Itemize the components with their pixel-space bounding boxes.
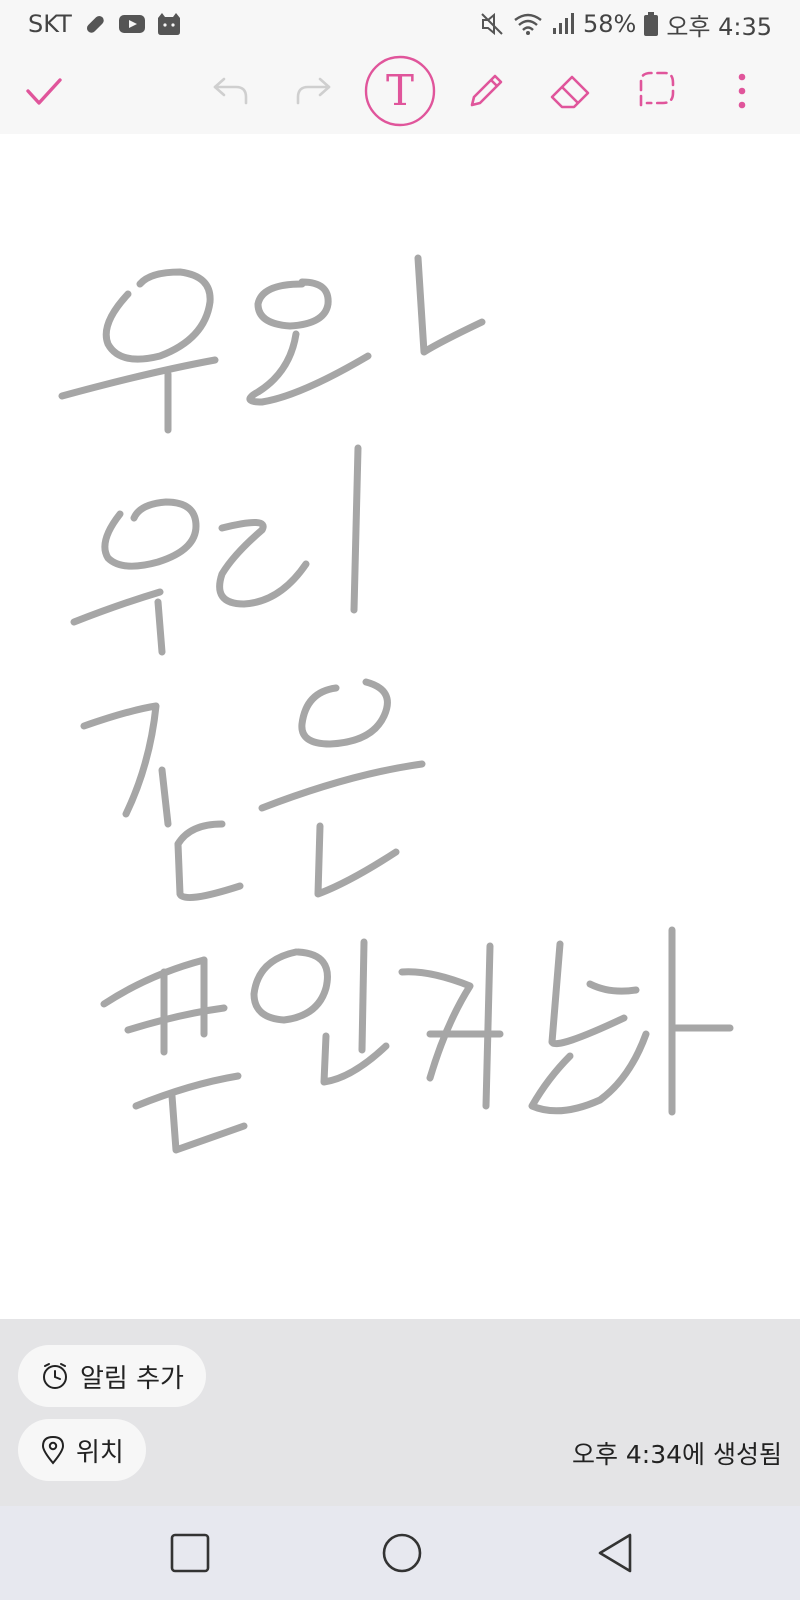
editor-toolbar: T bbox=[0, 48, 800, 134]
lasso-icon bbox=[639, 71, 675, 107]
pill-icon bbox=[82, 11, 108, 37]
created-timestamp: 오후 4:34에 생성됨 bbox=[571, 1440, 782, 1469]
status-right: 58% 오후 4:35 bbox=[479, 7, 772, 42]
drawing-canvas[interactable] bbox=[0, 134, 800, 1319]
youtube-icon bbox=[118, 13, 146, 35]
clock: 오후 4:35 bbox=[666, 12, 772, 41]
text-tool-button[interactable]: T bbox=[362, 48, 438, 134]
back-button[interactable] bbox=[566, 1506, 666, 1600]
mute-icon bbox=[479, 11, 505, 37]
carrier-label: SKT bbox=[28, 10, 72, 38]
pen-icon bbox=[470, 74, 503, 107]
eraser-icon bbox=[550, 75, 590, 109]
recent-apps-button[interactable] bbox=[140, 1506, 240, 1600]
more-options-button[interactable] bbox=[712, 48, 772, 134]
redo-button[interactable] bbox=[284, 48, 344, 134]
cat-icon bbox=[156, 12, 182, 36]
back-icon bbox=[598, 1533, 632, 1573]
eraser-tool-button[interactable] bbox=[540, 48, 600, 134]
recent-apps-icon bbox=[170, 1533, 210, 1573]
location-button[interactable]: 위치 bbox=[18, 1419, 146, 1481]
undo-button[interactable] bbox=[200, 48, 260, 134]
check-icon bbox=[26, 78, 62, 105]
text-tool-icon: T bbox=[364, 55, 436, 127]
status-bar: SKT 58% 오후 4:35 bbox=[0, 0, 800, 48]
save-button[interactable] bbox=[14, 48, 74, 134]
pen-tool-button[interactable] bbox=[456, 48, 516, 134]
signal-icon bbox=[551, 12, 575, 36]
battery-percent: 58% bbox=[582, 10, 637, 38]
add-reminder-button[interactable]: 알림 추가 bbox=[18, 1345, 206, 1407]
wifi-icon bbox=[513, 12, 543, 36]
status-left: SKT bbox=[28, 10, 182, 38]
location-pin-icon bbox=[41, 1435, 65, 1465]
note-info-panel: 알림 추가 위치 오후 4:34에 생성됨 bbox=[0, 1319, 800, 1506]
location-label: 위치 bbox=[76, 1437, 124, 1468]
handwriting-strokes bbox=[58, 254, 734, 1154]
lasso-tool-button[interactable] bbox=[624, 48, 684, 134]
undo-icon bbox=[213, 77, 248, 105]
home-button[interactable] bbox=[352, 1506, 452, 1600]
svg-text:T: T bbox=[386, 66, 414, 115]
more-icon bbox=[738, 73, 746, 109]
alarm-clock-icon bbox=[43, 1363, 67, 1389]
battery-icon bbox=[644, 12, 659, 36]
reminder-label: 알림 추가 bbox=[80, 1363, 184, 1394]
system-nav-bar bbox=[0, 1506, 800, 1600]
redo-icon bbox=[296, 77, 331, 105]
home-icon bbox=[382, 1533, 422, 1573]
